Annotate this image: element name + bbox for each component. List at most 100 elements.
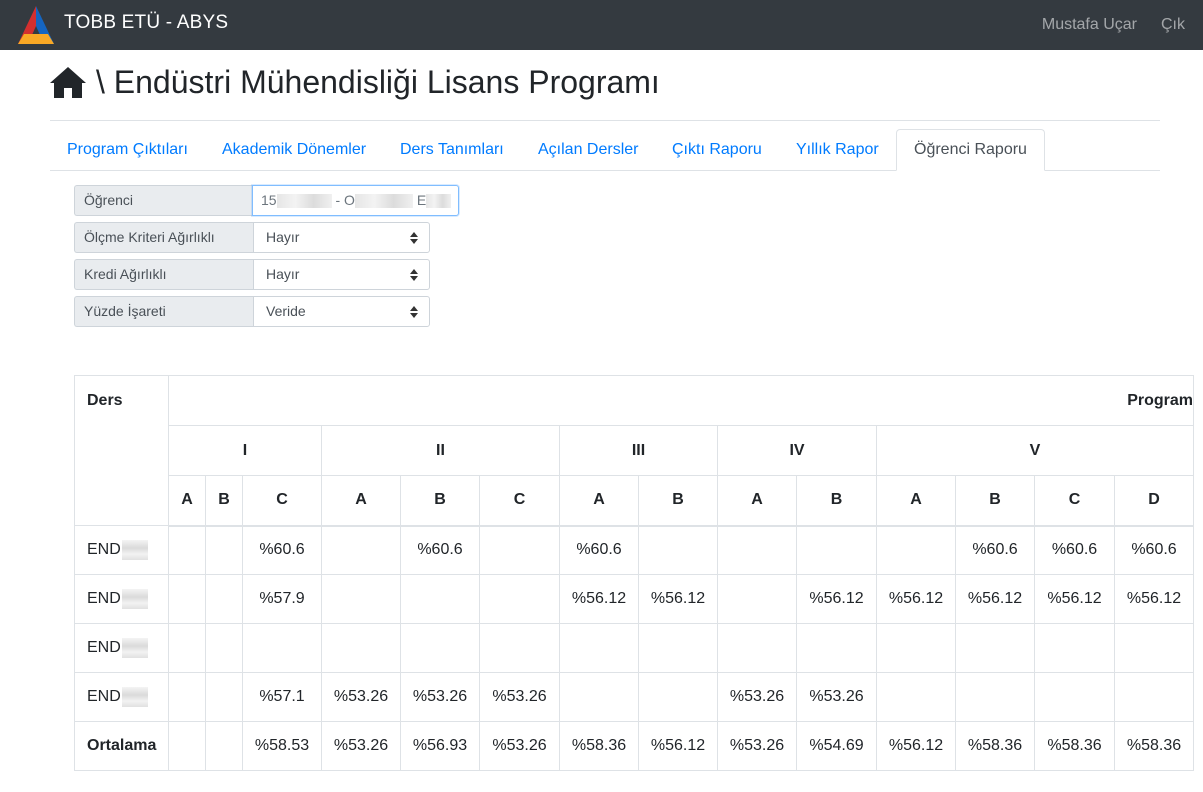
tab-ogrenci-raporu[interactable]: Öğrenci Raporu — [896, 129, 1045, 171]
select-caret-icon — [410, 269, 418, 281]
score-cell — [1034, 672, 1115, 722]
program-header: Program — [168, 375, 1194, 426]
subheader-v-d: D — [1114, 475, 1194, 527]
ders-header: Ders — [74, 375, 169, 526]
score-cell — [400, 623, 480, 673]
group-header-iii: III — [559, 425, 718, 476]
score-cell — [955, 623, 1035, 673]
tab-ders-tanimlari[interactable]: Ders Tanımları — [383, 129, 521, 170]
subheader-v-b: B — [955, 475, 1035, 527]
header-row-subcolumns: A B C A B C A B A B A B C D — [75, 475, 1194, 527]
table-row: END %57.9 %56.12 %56.12 %56.12 %56.12 %56.12 %5… — [74, 574, 1194, 624]
course-code-cell: END — [74, 525, 169, 575]
average-cell: %58.36 — [1034, 721, 1115, 771]
student-row: Öğrenci 15 - O E — [74, 185, 459, 216]
score-cell: %53.26 — [796, 672, 877, 722]
student-surname-start: E — [416, 192, 427, 208]
report-table-wrapper: Ders Program I II III IV V A B C A B C A… — [74, 375, 1194, 771]
score-cell — [479, 623, 560, 673]
average-cell: %56.93 — [400, 721, 480, 771]
user-menu-link[interactable]: Mustafa Uçar — [1042, 16, 1137, 34]
score-cell — [321, 623, 401, 673]
yuzde-row: Yüzde İşareti Veride — [74, 296, 430, 327]
select-caret-icon — [410, 232, 418, 244]
redacted-course-number — [121, 687, 148, 707]
tab-cikti-raporu[interactable]: Çıktı Raporu — [655, 129, 779, 170]
average-cell — [168, 721, 206, 771]
score-cell — [876, 525, 956, 575]
score-cell: %60.6 — [400, 525, 480, 575]
kredi-value: Hayır — [266, 266, 300, 282]
score-cell — [205, 623, 243, 673]
score-cell: %60.6 — [1114, 525, 1194, 575]
course-code-cell: END — [74, 672, 169, 722]
score-cell — [559, 672, 639, 722]
score-cell: %60.6 — [559, 525, 639, 575]
yuzde-value: Veride — [266, 303, 306, 319]
olcme-label: Ölçme Kriteri Ağırlıklı — [74, 222, 253, 253]
page-title: \ Endüstri Mühendisliği Lisans Programı — [50, 64, 660, 101]
group-header-iv: IV — [717, 425, 877, 476]
score-cell — [876, 672, 956, 722]
student-input[interactable]: 15 - O E — [252, 185, 459, 216]
score-cell — [205, 672, 243, 722]
group-header-ii: II — [321, 425, 560, 476]
subheader-iii-a: A — [559, 475, 639, 527]
score-cell — [638, 672, 718, 722]
navbar: TOBB ETÜ - ABYS Mustafa Uçar Çık — [0, 0, 1203, 50]
olcme-select[interactable]: Hayır — [253, 222, 430, 253]
average-cell: %53.26 — [717, 721, 797, 771]
score-cell — [955, 672, 1035, 722]
group-header-i: I — [168, 425, 322, 476]
group-header-v: V — [876, 425, 1194, 476]
score-cell — [717, 574, 797, 624]
score-cell: %53.26 — [479, 672, 560, 722]
score-cell: %56.12 — [876, 574, 956, 624]
tab-akademik-donemler[interactable]: Akademik Dönemler — [205, 129, 383, 170]
tobb-logo-icon[interactable] — [14, 4, 58, 46]
tab-bar: Program Çıktıları Akademik Dönemler Ders… — [50, 129, 1160, 171]
score-cell: %57.1 — [242, 672, 322, 722]
score-cell: %60.6 — [242, 525, 322, 575]
title-divider — [50, 120, 1160, 121]
table-body: END %60.6 %60.6 %60.6 %60.6 %60.6 %60.6 END %57.… — [74, 525, 1194, 771]
score-cell — [1114, 672, 1194, 722]
yuzde-label: Yüzde İşareti — [74, 296, 253, 327]
redacted-id — [276, 194, 332, 209]
score-cell — [321, 525, 401, 575]
tab-acilan-dersler[interactable]: Açılan Dersler — [521, 129, 655, 170]
home-icon[interactable] — [50, 66, 86, 99]
redacted-course-number — [121, 638, 148, 658]
score-cell — [638, 623, 718, 673]
logout-link[interactable]: Çık — [1161, 16, 1185, 34]
score-cell: %56.12 — [638, 574, 718, 624]
redacted-name — [354, 194, 413, 209]
brand-title[interactable]: TOBB ETÜ - ABYS — [64, 12, 228, 34]
tab-yillik-rapor[interactable]: Yıllık Rapor — [779, 129, 896, 170]
student-name-mid: - O — [335, 192, 355, 208]
header-row-groups: I II III IV V — [75, 425, 1194, 476]
average-cell: %56.12 — [876, 721, 956, 771]
tab-program-ciktilari[interactable]: Program Çıktıları — [50, 129, 205, 170]
yuzde-select[interactable]: Veride — [253, 296, 430, 327]
score-cell: %56.12 — [559, 574, 639, 624]
average-cell: %54.69 — [796, 721, 877, 771]
score-cell — [205, 574, 243, 624]
table-row: END — [74, 623, 1194, 673]
kredi-select[interactable]: Hayır — [253, 259, 430, 290]
subheader-v-a: A — [876, 475, 956, 527]
subheader-ii-a: A — [321, 475, 401, 527]
report-table: Ders Program I II III IV V A B C A B C A… — [74, 375, 1194, 771]
subheader-ii-c: C — [479, 475, 560, 527]
table-row: END %57.1 %53.26 %53.26 %53.26 %53.26 %53.26 — [74, 672, 1194, 722]
average-cell: %56.12 — [638, 721, 718, 771]
score-cell — [796, 623, 877, 673]
score-cell: %56.12 — [955, 574, 1035, 624]
course-code-cell: END — [74, 574, 169, 624]
score-cell — [205, 525, 243, 575]
score-cell — [796, 525, 877, 575]
score-cell — [479, 574, 560, 624]
score-cell: %56.12 — [796, 574, 877, 624]
course-code: END — [87, 639, 121, 657]
score-cell: %60.6 — [955, 525, 1035, 575]
